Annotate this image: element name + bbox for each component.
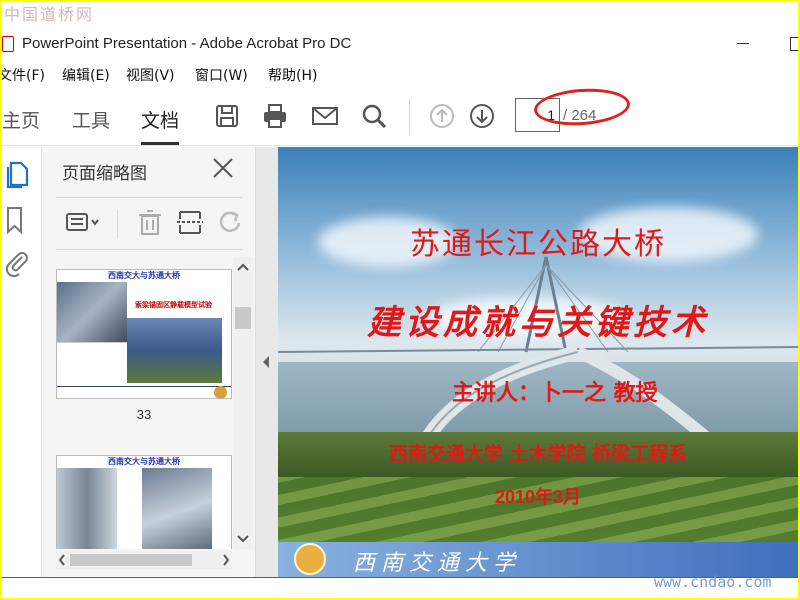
thumbnail-photo-2: [127, 318, 222, 383]
thumbnails-horizontal-scrollbar[interactable]: [56, 551, 232, 569]
print-icon[interactable]: [260, 101, 290, 131]
delete-icon[interactable]: [134, 207, 166, 237]
watermark-bottom: www.cndao.com: [654, 573, 772, 591]
document-page-view[interactable]: 西南交通大学 苏通长江公路大桥 建设成就与关键技术 主讲人：卜一之 教授 西南交…: [278, 147, 798, 577]
menu-help[interactable]: 帮助(H): [268, 65, 317, 85]
thumbnail-note: 索梁锚固区静载模型试验: [135, 301, 212, 309]
left-rail: [2, 147, 42, 577]
thumbnail-photo-2: [142, 468, 212, 549]
panel-collapse-gutter[interactable]: [256, 147, 278, 577]
scroll-up-icon[interactable]: [233, 261, 253, 273]
scroll-left-icon[interactable]: [56, 551, 68, 569]
rotate-icon[interactable]: [214, 207, 246, 237]
slide-subtitle: 建设成就与关键技术: [367, 303, 709, 343]
thumbnail-rule: [57, 386, 231, 387]
thumbnail-header: 西南交大与苏通大桥: [57, 270, 231, 282]
thumbnail-page-number: 33: [136, 407, 152, 422]
collapse-panel-icon[interactable]: [256, 352, 278, 372]
attachment-icon[interactable]: [4, 249, 32, 279]
save-icon[interactable]: [212, 101, 242, 131]
menu-view[interactable]: 视图(V): [126, 65, 175, 85]
minimize-icon[interactable]: [737, 43, 749, 44]
page-thumbnails-icon[interactable]: [4, 159, 32, 189]
thumbnail-seal: [214, 386, 227, 398]
panel-separator-2: [56, 249, 242, 250]
page-options-icon[interactable]: [64, 207, 104, 237]
watermark-top: 中国道桥网: [4, 5, 95, 24]
vertical-scroll-thumb[interactable]: [235, 307, 251, 329]
title-bar: PowerPoint Presentation - Adobe Acrobat …: [2, 30, 798, 58]
menu-bar: 文件(F) 编辑(E) 视图(V) 窗口(W) 帮助(H): [2, 62, 798, 86]
highlight-annotation: [532, 85, 632, 129]
thumbnail-page-33[interactable]: 西南交大与苏通大桥 索梁锚固区静载模型试验: [56, 269, 232, 399]
close-icon[interactable]: [210, 155, 236, 181]
toolbar-separator: [409, 99, 410, 135]
main-toolbar: 主页 工具 文档 / 264: [2, 85, 798, 146]
scroll-right-icon[interactable]: [220, 551, 232, 569]
thumbnail-page-34[interactable]: 西南交大与苏通大桥: [56, 455, 232, 549]
thumbnail-photo: [57, 282, 127, 342]
thumbnails-panel: 页面缩略图 西南交大与苏通大桥 索梁锚固区静载模型试验 33 西南交大与苏通大桥: [42, 147, 256, 577]
tab-document[interactable]: 文档: [141, 106, 180, 145]
menu-file[interactable]: 文件(F): [2, 65, 45, 85]
panel-separator: [56, 197, 242, 198]
bookmark-icon[interactable]: [4, 205, 32, 235]
window-title: PowerPoint Presentation - Adobe Acrobat …: [22, 35, 352, 52]
tab-tools[interactable]: 工具: [72, 106, 110, 133]
slide-date: 2010年3月: [494, 487, 582, 507]
thumbnail-photo: [57, 468, 117, 549]
slide-title: 苏通长江公路大桥: [410, 227, 666, 262]
extract-icon[interactable]: [174, 207, 206, 237]
scroll-down-icon[interactable]: [233, 533, 253, 545]
acrobat-app-icon: [2, 36, 14, 52]
slide-footer-text: 西南交通大学: [353, 551, 522, 576]
search-icon[interactable]: [359, 101, 389, 131]
tab-home[interactable]: 主页: [2, 106, 40, 133]
horizontal-scroll-thumb[interactable]: [70, 554, 192, 566]
menu-window[interactable]: 窗口(W): [195, 65, 248, 85]
thumbnail-blank: [57, 342, 127, 387]
university-seal-icon: [294, 543, 326, 575]
thumbnail-header: 西南交大与苏通大桥: [57, 456, 231, 468]
slide-affiliation: 西南交通大学 土木学院 桥梁工程系: [388, 443, 688, 465]
panel-title: 页面缩略图: [62, 164, 147, 184]
email-icon[interactable]: [310, 101, 340, 131]
thumbnails-list: 西南交大与苏通大桥 索梁锚固区静载模型试验 33 西南交大与苏通大桥: [42, 257, 234, 549]
panel-tool-separator: [117, 209, 118, 239]
page-down-icon[interactable]: [467, 101, 497, 131]
acrobat-window: 中国道桥网 PowerPoint Presentation - Adobe Ac…: [2, 2, 798, 598]
menu-edit[interactable]: 编辑(E): [62, 65, 110, 85]
thumbnails-vertical-scrollbar[interactable]: [233, 257, 253, 549]
slide-speaker: 主讲人：卜一之 教授: [452, 381, 658, 406]
maximize-icon[interactable]: [790, 37, 798, 51]
page-up-icon[interactable]: [427, 101, 457, 131]
